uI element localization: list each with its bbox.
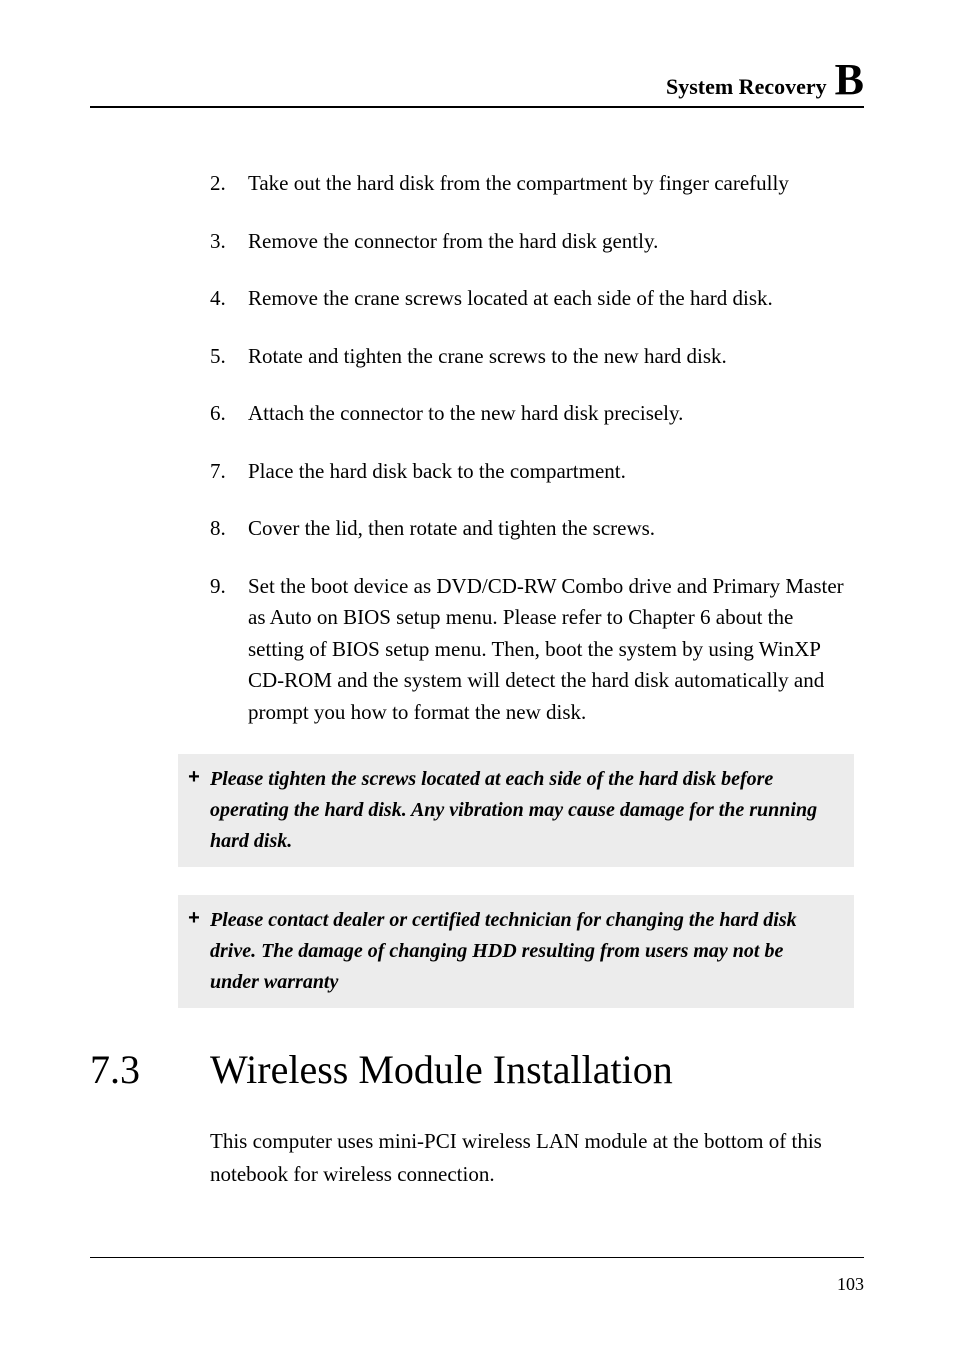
header-letter: B	[835, 60, 864, 100]
list-number: 6.	[210, 398, 248, 430]
page-number: 103	[837, 1274, 864, 1294]
note-marker-icon: +	[178, 905, 210, 998]
list-number: 2.	[210, 168, 248, 200]
list-item: 2. Take out the hard disk from the compa…	[210, 168, 854, 200]
body-paragraph: This computer uses mini-PCI wireless LAN…	[210, 1125, 854, 1190]
list-text: Place the hard disk back to the compartm…	[248, 456, 854, 488]
list-number: 8.	[210, 513, 248, 545]
note-marker-icon: +	[178, 764, 210, 857]
page-footer: 103	[90, 1257, 864, 1295]
list-item: 3. Remove the connector from the hard di…	[210, 226, 854, 258]
header-title: System Recovery	[666, 74, 827, 100]
section-heading: 7.3 Wireless Module Installation	[90, 1046, 854, 1093]
page-header: System Recovery B	[90, 60, 864, 108]
list-item: 5. Rotate and tighten the crane screws t…	[210, 341, 854, 373]
list-text: Set the boot device as DVD/CD-RW Combo d…	[248, 571, 854, 729]
list-item: 7. Place the hard disk back to the compa…	[210, 456, 854, 488]
page: System Recovery B 2. Take out the hard d…	[0, 0, 954, 1355]
list-item: 8. Cover the lid, then rotate and tighte…	[210, 513, 854, 545]
note-box: + Please contact dealer or certified tec…	[178, 895, 854, 1008]
list-text: Take out the hard disk from the compartm…	[248, 168, 854, 200]
list-text: Remove the crane screws located at each …	[248, 283, 854, 315]
list-item: 9. Set the boot device as DVD/CD-RW Comb…	[210, 571, 854, 729]
note-text: Please contact dealer or certified techn…	[210, 905, 842, 998]
content-area: 2. Take out the hard disk from the compa…	[210, 168, 854, 1190]
note-box: + Please tighten the screws located at e…	[178, 754, 854, 867]
list-number: 7.	[210, 456, 248, 488]
list-number: 5.	[210, 341, 248, 373]
note-text: Please tighten the screws located at eac…	[210, 764, 842, 857]
list-text: Rotate and tighten the crane screws to t…	[248, 341, 854, 373]
list-number: 3.	[210, 226, 248, 258]
list-item: 6. Attach the connector to the new hard …	[210, 398, 854, 430]
list-item: 4. Remove the crane screws located at ea…	[210, 283, 854, 315]
section-number: 7.3	[90, 1046, 210, 1093]
list-text: Remove the connector from the hard disk …	[248, 226, 854, 258]
list-text: Attach the connector to the new hard dis…	[248, 398, 854, 430]
section-title: Wireless Module Installation	[210, 1046, 854, 1093]
list-text: Cover the lid, then rotate and tighten t…	[248, 513, 854, 545]
list-number: 9.	[210, 571, 248, 729]
list-number: 4.	[210, 283, 248, 315]
